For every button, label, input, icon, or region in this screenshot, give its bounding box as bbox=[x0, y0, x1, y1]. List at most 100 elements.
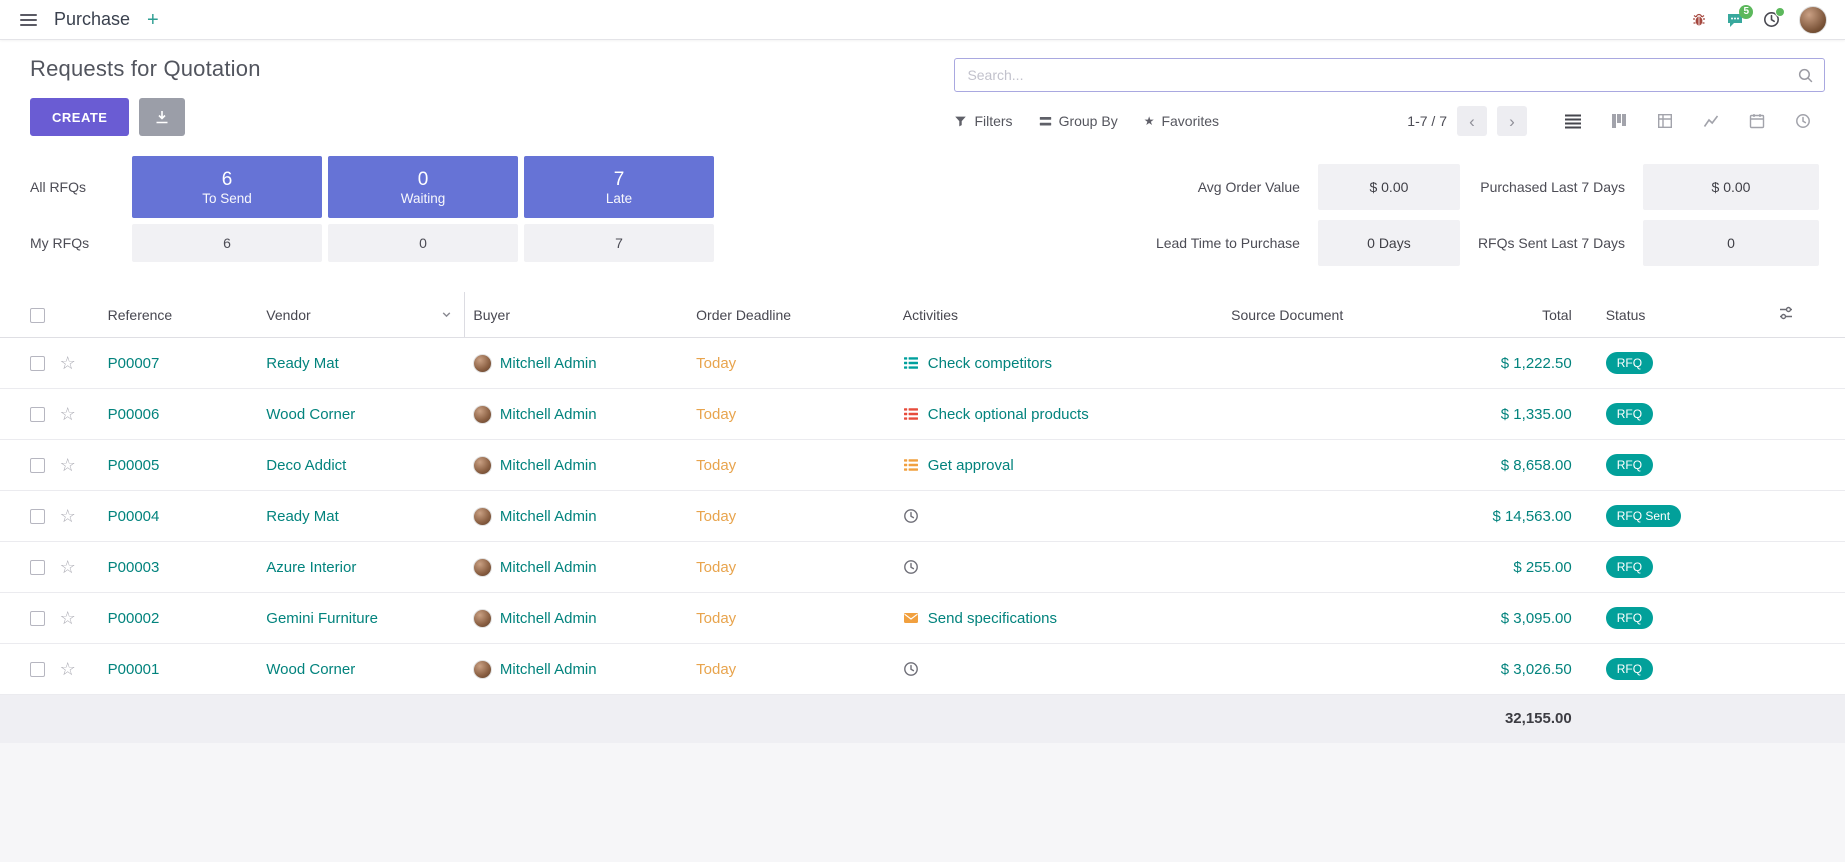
filters-button[interactable]: Filters bbox=[954, 113, 1012, 129]
search-input[interactable] bbox=[955, 59, 1787, 91]
view-calendar-button[interactable] bbox=[1735, 106, 1779, 136]
row-checkbox[interactable] bbox=[30, 662, 45, 677]
rfq-row[interactable]: ☆P00005Deco AddictMitchell AdminTodayGet… bbox=[0, 440, 1845, 491]
view-graph-button[interactable] bbox=[1689, 106, 1733, 136]
header-source-document[interactable]: Source Document bbox=[1223, 292, 1479, 338]
header-buyer[interactable]: Buyer bbox=[465, 292, 688, 338]
activity-label[interactable]: Check competitors bbox=[928, 355, 1052, 372]
my-to-send-tile[interactable]: 6 bbox=[132, 224, 322, 262]
tile-late[interactable]: 7 Late bbox=[524, 156, 714, 218]
rfq-row[interactable]: ☆P00002Gemini FurnitureMitchell AdminTod… bbox=[0, 593, 1845, 644]
row-checkbox[interactable] bbox=[30, 356, 45, 371]
vendor-cell[interactable]: Ready Mat bbox=[266, 355, 339, 372]
row-checkbox[interactable] bbox=[30, 407, 45, 422]
pager-next-button[interactable]: › bbox=[1497, 106, 1527, 136]
header-order-deadline[interactable]: Order Deadline bbox=[688, 292, 895, 338]
reference-cell[interactable]: P00003 bbox=[108, 559, 160, 576]
pager-previous-button[interactable]: ‹ bbox=[1457, 106, 1487, 136]
reference-cell[interactable]: P00005 bbox=[108, 457, 160, 474]
rfq-row[interactable]: ☆P00004Ready MatMitchell AdminToday$ 14,… bbox=[0, 491, 1845, 542]
reference-cell[interactable]: P00002 bbox=[108, 610, 160, 627]
reference-cell[interactable]: P00004 bbox=[108, 508, 160, 525]
vendor-cell[interactable]: Gemini Furniture bbox=[266, 610, 378, 627]
activity-cell[interactable] bbox=[903, 508, 1215, 524]
buyer-cell[interactable]: Mitchell Admin bbox=[500, 508, 597, 525]
rfq-row[interactable]: ☆P00001Wood CornerMitchell AdminToday$ 3… bbox=[0, 644, 1845, 695]
favorite-star-icon[interactable]: ☆ bbox=[60, 455, 76, 475]
reference-cell[interactable]: P00006 bbox=[108, 406, 160, 423]
quick-create-icon[interactable]: + bbox=[143, 10, 163, 30]
favorite-star-icon[interactable]: ☆ bbox=[60, 659, 76, 679]
row-checkbox[interactable] bbox=[30, 611, 45, 626]
my-late-tile[interactable]: 7 bbox=[524, 224, 714, 262]
view-kanban-button[interactable] bbox=[1597, 106, 1641, 136]
group-by-button[interactable]: Group By bbox=[1039, 113, 1118, 129]
view-pivot-button[interactable] bbox=[1643, 106, 1687, 136]
buyer-cell[interactable]: Mitchell Admin bbox=[500, 661, 597, 678]
reference-cell[interactable]: P00007 bbox=[108, 355, 160, 372]
export-button[interactable] bbox=[139, 98, 185, 136]
favorites-button[interactable]: ★ Favorites bbox=[1144, 113, 1219, 129]
all-rfqs-label[interactable]: All RFQs bbox=[30, 156, 126, 218]
search-icon[interactable] bbox=[1787, 67, 1824, 84]
my-rfqs-label[interactable]: My RFQs bbox=[30, 224, 126, 262]
activity-label[interactable]: Get approval bbox=[928, 457, 1014, 474]
header-vendor[interactable]: Vendor bbox=[258, 292, 465, 338]
favorite-star-icon[interactable]: ☆ bbox=[60, 608, 76, 628]
favorite-star-icon[interactable]: ☆ bbox=[60, 557, 76, 577]
activity-cell[interactable] bbox=[903, 559, 1215, 575]
apps-menu-icon[interactable] bbox=[16, 10, 41, 30]
debug-bug-icon[interactable] bbox=[1691, 12, 1707, 28]
favorite-star-icon[interactable]: ☆ bbox=[60, 353, 76, 373]
header-total[interactable]: Total bbox=[1480, 292, 1598, 338]
clock-icon[interactable] bbox=[903, 508, 919, 524]
tasks-icon[interactable] bbox=[903, 355, 919, 371]
header-activities[interactable]: Activities bbox=[895, 292, 1223, 338]
tile-waiting[interactable]: 0 Waiting bbox=[328, 156, 518, 218]
my-waiting-tile[interactable]: 0 bbox=[328, 224, 518, 262]
tile-to-send[interactable]: 6 To Send bbox=[132, 156, 322, 218]
rfq-row[interactable]: ☆P00006Wood CornerMitchell AdminTodayChe… bbox=[0, 389, 1845, 440]
buyer-cell[interactable]: Mitchell Admin bbox=[500, 559, 597, 576]
row-checkbox[interactable] bbox=[30, 560, 45, 575]
favorite-star-icon[interactable]: ☆ bbox=[60, 506, 76, 526]
create-button[interactable]: CREATE bbox=[30, 98, 129, 136]
header-status[interactable]: Status bbox=[1598, 292, 1727, 338]
tasks-icon[interactable] bbox=[903, 406, 919, 422]
buyer-cell[interactable]: Mitchell Admin bbox=[500, 355, 597, 372]
envelope-icon[interactable] bbox=[903, 610, 919, 626]
activity-label[interactable]: Send specifications bbox=[928, 610, 1057, 627]
activity-cell[interactable]: Get approval bbox=[903, 457, 1215, 474]
user-avatar[interactable] bbox=[1799, 6, 1827, 34]
optional-columns-icon[interactable] bbox=[1778, 305, 1794, 321]
reference-cell[interactable]: P00001 bbox=[108, 661, 160, 678]
vendor-cell[interactable]: Wood Corner bbox=[266, 661, 355, 678]
vendor-cell[interactable]: Ready Mat bbox=[266, 508, 339, 525]
vendor-cell[interactable]: Deco Addict bbox=[266, 457, 346, 474]
activity-cell[interactable]: Check competitors bbox=[903, 355, 1215, 372]
sort-chevron-down-icon[interactable] bbox=[441, 309, 452, 320]
rfq-row[interactable]: ☆P00007Ready MatMitchell AdminTodayCheck… bbox=[0, 338, 1845, 389]
vendor-cell[interactable]: Azure Interior bbox=[266, 559, 356, 576]
favorite-star-icon[interactable]: ☆ bbox=[60, 404, 76, 424]
row-checkbox[interactable] bbox=[30, 509, 45, 524]
clock-icon[interactable] bbox=[903, 661, 919, 677]
activity-cell[interactable] bbox=[903, 661, 1215, 677]
row-checkbox[interactable] bbox=[30, 458, 45, 473]
activity-cell[interactable]: Send specifications bbox=[903, 610, 1215, 627]
activities-clock-icon[interactable] bbox=[1763, 11, 1780, 28]
select-all-checkbox[interactable] bbox=[30, 308, 45, 323]
messages-icon[interactable]: 5 bbox=[1726, 12, 1744, 28]
rfq-row[interactable]: ☆P00003Azure InteriorMitchell AdminToday… bbox=[0, 542, 1845, 593]
app-name[interactable]: Purchase bbox=[54, 9, 130, 30]
header-reference[interactable]: Reference bbox=[100, 292, 259, 338]
vendor-cell[interactable]: Wood Corner bbox=[266, 406, 355, 423]
buyer-cell[interactable]: Mitchell Admin bbox=[500, 610, 597, 627]
clock-icon[interactable] bbox=[903, 559, 919, 575]
buyer-cell[interactable]: Mitchell Admin bbox=[500, 406, 597, 423]
view-activity-button[interactable] bbox=[1781, 106, 1825, 136]
buyer-cell[interactable]: Mitchell Admin bbox=[500, 457, 597, 474]
tasks-icon[interactable] bbox=[903, 457, 919, 473]
activity-label[interactable]: Check optional products bbox=[928, 406, 1089, 423]
activity-cell[interactable]: Check optional products bbox=[903, 406, 1215, 423]
